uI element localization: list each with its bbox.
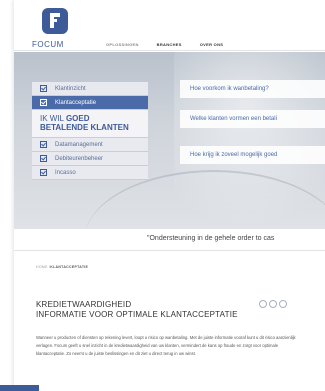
feature-line2: BETALENDE KLANTEN (40, 123, 129, 132)
question-betalingsrisico[interactable]: Welke klanten vormen een betali (180, 110, 325, 128)
menu-feature-heading: IK WIL GOED BETALENDE KLANTEN (32, 110, 148, 138)
breadcrumb-home[interactable]: HOME / (36, 265, 50, 269)
article-title: KREDIETWAARDIGHEID INFORMATIE VOOR OPTIM… (36, 300, 238, 319)
solution-menu: Klantinzicht Klantacceptatie IK WIL GOED… (32, 82, 148, 180)
focum-logo-icon[interactable] (42, 8, 68, 34)
checkbox-icon (40, 141, 47, 148)
share-buttons (259, 300, 287, 308)
quote-divider (14, 250, 325, 251)
nav-over-ons[interactable]: OVER ONS (200, 42, 224, 47)
brand-name[interactable]: FOCUM (32, 40, 64, 49)
feature-prefix: IK WIL (40, 114, 64, 123)
share-icon[interactable] (269, 300, 277, 308)
share-icon[interactable] (259, 300, 267, 308)
menu-item-klantacceptatie[interactable]: Klantacceptatie (32, 96, 148, 110)
nav-oplossingen[interactable]: OPLOSSINGEN (106, 42, 139, 47)
breadcrumb-current: KLANTACCEPTATIE (50, 265, 89, 269)
breadcrumb: HOME /KLANTACCEPTATIE (36, 265, 88, 269)
tagline-quote: "Ondersteuning in de gehele order to cas (147, 235, 275, 242)
feature-bold: GOED (65, 114, 90, 123)
menu-item-debiteurenbeheer[interactable]: Debiteurenbeheer (32, 152, 148, 166)
checkbox-icon (40, 155, 47, 162)
share-icon[interactable] (279, 300, 287, 308)
blue-tab (0, 385, 39, 391)
header-divider (14, 50, 325, 51)
checkbox-icon (40, 169, 47, 176)
checkbox-icon (40, 99, 47, 106)
top-navigation: OPLOSSINGEN BRANCHES OVER ONS (106, 42, 223, 47)
article-body: Wanneer u producten of diensten op reken… (36, 335, 296, 356)
menu-item-klantinzicht[interactable]: Klantinzicht (32, 82, 148, 96)
question-goede-klanten[interactable]: Hoe krijg ik zoveel mogelijk goed (180, 146, 325, 164)
menu-item-datamanagement[interactable]: Datamanagement (32, 138, 148, 152)
checkbox-icon (40, 85, 47, 92)
nav-branches[interactable]: BRANCHES (157, 42, 182, 47)
question-wanbetaling[interactable]: Hoe voorkom ik wanbetaling? (180, 80, 325, 98)
menu-item-incasso[interactable]: Incasso (32, 166, 148, 180)
